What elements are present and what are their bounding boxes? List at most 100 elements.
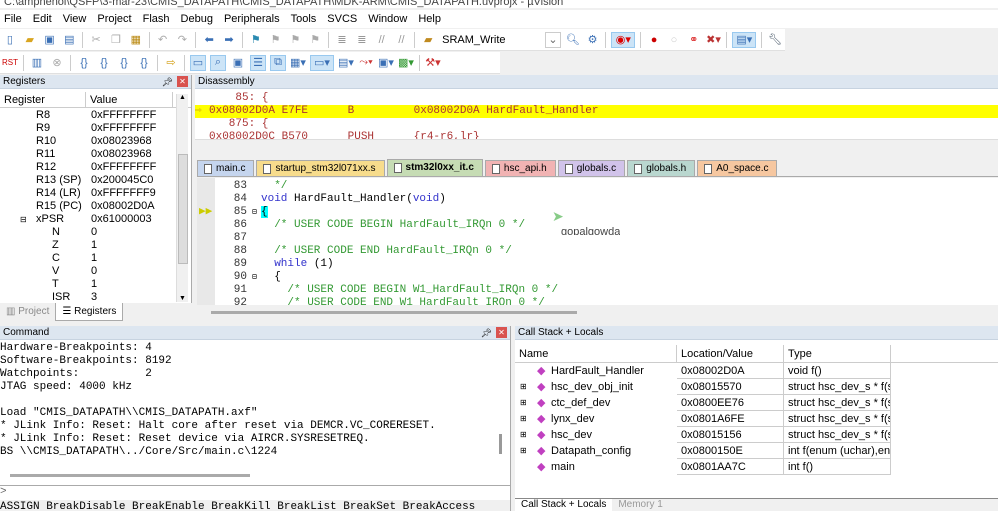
column-type[interactable]: Type [784, 345, 891, 362]
memory-window-icon[interactable]: ▭▾ [310, 54, 334, 71]
registers-window-icon[interactable]: ☰ [250, 54, 266, 71]
code-line[interactable]: 87 [197, 232, 558, 245]
callstack-row[interactable]: ◆ main 0x0801AA7C int f() [515, 459, 998, 475]
kill-all-breakpoints-icon[interactable]: ✖▾ [706, 32, 722, 48]
menu-svcs[interactable]: SVCS [323, 13, 364, 25]
callstack-row[interactable]: ⊞ ◆ hsc_dev_obj_init 0x08015570 struct hsc_d… [515, 379, 998, 395]
menu-tools[interactable]: Tools [287, 13, 324, 25]
tab-file[interactable]: hsc_api.h [484, 160, 556, 176]
fold-icon[interactable]: ⊟ [252, 271, 257, 284]
code-line[interactable]: 84 void HardFault_Handler(void) [197, 193, 558, 206]
code-line[interactable]: 90 ⊟ { [197, 271, 558, 284]
tab-file[interactable]: startup_stm32l071xx.s [256, 160, 385, 176]
command-input[interactable]: > [0, 485, 510, 499]
code-line[interactable]: 83 */ [197, 180, 558, 193]
menu-flash[interactable]: Flash [139, 13, 177, 25]
clear-bookmarks-icon[interactable]: ⚑ [307, 32, 323, 48]
disassembly-line[interactable]: ⇨ 0x08002D0A E7FE B 0x08002D0A HardFault_… [195, 105, 998, 118]
register-row[interactable]: R15 (PC) 0x08002D0A [0, 200, 191, 213]
symbols-window-icon[interactable]: ▣ [230, 55, 246, 71]
menu-file[interactable]: File [0, 13, 29, 25]
menu-edit[interactable]: Edit [29, 13, 59, 25]
step-icon[interactable]: {} [76, 55, 92, 71]
tab-file[interactable]: globals.c [557, 160, 626, 176]
show-next-statement-icon[interactable]: ⇨ [163, 55, 179, 71]
horizontal-scrollbar[interactable] [211, 311, 577, 314]
command-window-icon[interactable]: ▭ [190, 54, 206, 71]
callstack-row[interactable]: ⊞ ◆ Datapath_config 0x0800150E int f(enum (u… [515, 443, 998, 459]
tab-registers[interactable]: ☰ Registers [55, 303, 124, 321]
stop-icon[interactable]: ⊗ [49, 55, 65, 71]
undo-icon[interactable]: ↶ [155, 32, 171, 48]
register-row[interactable]: C1 [0, 252, 191, 265]
indent-icon[interactable]: ≣ [334, 32, 350, 48]
disassembly-line[interactable]: 875: { [195, 118, 998, 131]
configure-icon[interactable]: 🔧︎ [767, 32, 783, 48]
redo-icon[interactable]: ↷ [174, 32, 190, 48]
toolbox-icon[interactable]: ⚒▾ [425, 55, 441, 71]
callstack-row[interactable]: ⊞ ◆ ctc_def_dev 0x0800EE76 struct hsc_dev_s … [515, 395, 998, 411]
tab-file[interactable]: A0_space.c [697, 160, 778, 176]
analysis-window-icon[interactable]: ⤳▾ [358, 55, 374, 71]
back-icon[interactable]: ⬅ [201, 32, 217, 48]
collapse-icon[interactable]: ⊟ [20, 213, 27, 226]
menu-window[interactable]: Window [364, 13, 414, 25]
tab-file[interactable]: main.c [197, 160, 255, 176]
serial-window-icon[interactable]: ▤▾ [338, 55, 354, 71]
find-in-files-icon[interactable]: ▰ [420, 32, 436, 48]
tab-memory-1[interactable]: Memory 1 [612, 499, 668, 511]
disassembly-line[interactable]: 85: { [195, 92, 998, 105]
fold-icon[interactable]: ⊟ [252, 206, 257, 219]
column-register[interactable]: Register [0, 92, 86, 107]
code-editor[interactable]: 83 */84 void HardFault_Handler(void) ▶▶ 85 ⊟… [197, 178, 998, 320]
reset-icon[interactable]: RST [2, 55, 18, 71]
menu-debug[interactable]: Debug [177, 13, 220, 25]
paste-icon[interactable]: ▦ [128, 32, 144, 48]
register-row[interactable]: R12 0xFFFFFFFF [0, 161, 191, 174]
register-row[interactable]: V0 [0, 265, 191, 278]
column-location[interactable]: Location/Value [677, 345, 784, 362]
next-bookmark-icon[interactable]: ⚑ [288, 32, 304, 48]
register-row[interactable]: R14 (LR) 0xFFFFFFF9 [0, 187, 191, 200]
copy-icon[interactable]: ❐ [108, 32, 124, 48]
tab-call-stack[interactable]: Call Stack + Locals [515, 499, 613, 511]
registers-scrollbar[interactable]: ▲ ▼ [176, 94, 188, 302]
register-row[interactable]: R13 (SP) 0x200045C0 [0, 174, 191, 187]
callstack-row[interactable]: ◆ HardFault_Handler 0x08002D0A void f() [515, 363, 998, 379]
forward-icon[interactable]: ➡ [221, 32, 237, 48]
register-row[interactable]: R11 0x08023968 [0, 148, 191, 161]
save-all-icon[interactable]: ▤ [61, 32, 77, 48]
disable-breakpoint-icon[interactable]: ○ [666, 32, 682, 48]
pin-icon[interactable]: 📌︎ [162, 75, 173, 89]
command-vscroll[interactable] [499, 434, 502, 454]
step-over-icon[interactable]: {} [96, 55, 112, 71]
code-line[interactable]: 88 /* USER CODE END HardFault_IRQn 0 */ [197, 245, 558, 258]
bookmark-icon[interactable]: ⚑ [248, 32, 264, 48]
callstack-row[interactable]: ⊞ ◆ lynx_dev 0x0801A6FE struct hsc_dev_s * f… [515, 411, 998, 427]
prev-bookmark-icon[interactable]: ⚑ [268, 32, 284, 48]
menu-project[interactable]: Project [93, 13, 138, 25]
debug-session-icon[interactable]: ◉▾ [611, 31, 636, 48]
system-viewer-icon[interactable]: ▩▾ [398, 55, 414, 71]
tab-project[interactable]: ▥ Project [0, 303, 55, 321]
column-name[interactable]: Name [515, 345, 677, 362]
menu-help[interactable]: Help [414, 13, 448, 25]
window-layout-icon[interactable]: ▤▾ [732, 31, 757, 48]
menu-view[interactable]: View [59, 13, 94, 25]
save-icon[interactable]: ▣ [42, 32, 58, 48]
expand-icon[interactable]: ⊞ [520, 395, 527, 411]
expand-icon[interactable]: ⊞ [520, 411, 527, 427]
disassembly-window-icon[interactable]: ⌕ [210, 54, 226, 71]
run-to-cursor-icon[interactable]: {} [136, 55, 152, 71]
open-icon[interactable]: ▰ [22, 32, 38, 48]
register-row[interactable]: R10 0x08023968 [0, 135, 191, 148]
close-icon[interactable]: ✕ [177, 76, 188, 87]
step-out-icon[interactable]: {} [116, 55, 132, 71]
breakpoint-icon[interactable]: ● [646, 32, 662, 48]
expand-icon[interactable]: ⊞ [520, 379, 527, 395]
register-row[interactable]: R8 0xFFFFFFFF [0, 109, 191, 122]
expand-icon[interactable]: ⊞ [520, 427, 527, 443]
trace-window-icon[interactable]: ▣▾ [378, 55, 394, 71]
register-row[interactable]: T1 [0, 278, 191, 291]
expand-icon[interactable]: ⊞ [520, 443, 527, 459]
